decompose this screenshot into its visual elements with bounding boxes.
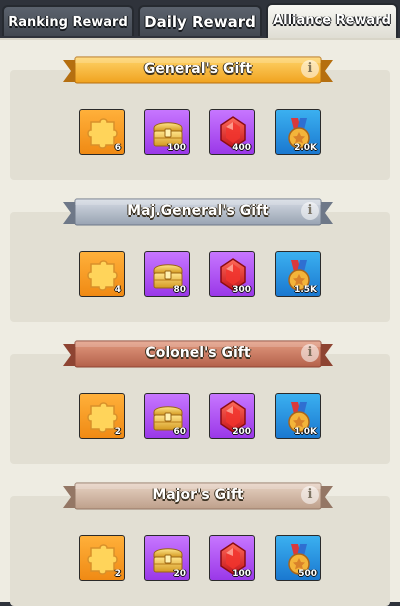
reward-item[interactable]: 80 <box>144 251 190 297</box>
item-quantity: 100 <box>232 569 251 579</box>
info-icon[interactable]: i <box>301 486 319 504</box>
item-quantity: 6 <box>114 143 121 153</box>
info-icon[interactable]: i <box>301 202 319 220</box>
info-icon[interactable]: i <box>301 344 319 362</box>
item-quantity: 2 <box>114 569 121 579</box>
gift-banner: General's Gift i <box>63 56 333 86</box>
tab-bar: Ranking Reward Daily Reward Alliance Rew… <box>0 0 400 40</box>
tab-alliance-reward[interactable]: Alliance Reward <box>266 3 398 40</box>
gift-banner: Colonel's Gift i <box>63 340 333 370</box>
item-quantity: 2.0K <box>294 143 317 153</box>
item-quantity: 20 <box>173 569 186 579</box>
item-quantity: 4 <box>114 285 121 295</box>
item-quantity: 80 <box>173 285 186 295</box>
reward-section <box>10 354 390 464</box>
item-quantity: 400 <box>232 143 251 153</box>
reward-item[interactable]: 100 <box>209 535 255 581</box>
reward-item[interactable]: 300 <box>209 251 255 297</box>
reward-list: General's Gift i 6 100 400 2.0K Maj.General's … <box>0 38 400 606</box>
item-quantity: 60 <box>173 427 186 437</box>
reward-item[interactable]: 100 <box>144 109 190 155</box>
reward-item[interactable]: 500 <box>275 535 321 581</box>
reward-section <box>10 496 390 606</box>
gift-banner: Maj.General's Gift i <box>63 198 333 228</box>
reward-item[interactable]: 6 <box>79 109 125 155</box>
reward-item[interactable]: 400 <box>209 109 255 155</box>
gift-title: Major's Gift <box>152 487 244 503</box>
gift-title: General's Gift <box>143 61 253 77</box>
item-quantity: 1.5K <box>294 285 317 295</box>
item-quantity: 100 <box>167 143 186 153</box>
reward-section <box>10 70 390 180</box>
item-quantity: 200 <box>232 427 251 437</box>
reward-item[interactable]: 2 <box>79 535 125 581</box>
reward-item[interactable]: 2.0K <box>275 109 321 155</box>
reward-item[interactable]: 2 <box>79 393 125 439</box>
reward-item[interactable]: 20 <box>144 535 190 581</box>
item-quantity: 500 <box>298 569 317 579</box>
reward-item[interactable]: 4 <box>79 251 125 297</box>
gift-title: Maj.General's Gift <box>127 203 269 219</box>
reward-item[interactable]: 1.0K <box>275 393 321 439</box>
reward-section <box>10 212 390 322</box>
tab-ranking-reward[interactable]: Ranking Reward <box>2 5 134 36</box>
tab-daily-reward[interactable]: Daily Reward <box>138 5 262 36</box>
item-quantity: 300 <box>232 285 251 295</box>
reward-item[interactable]: 200 <box>209 393 255 439</box>
info-icon[interactable]: i <box>301 60 319 78</box>
reward-item[interactable]: 60 <box>144 393 190 439</box>
gift-banner: Major's Gift i <box>63 482 333 512</box>
gift-title: Colonel's Gift <box>145 345 251 361</box>
reward-item[interactable]: 1.5K <box>275 251 321 297</box>
item-quantity: 2 <box>114 427 121 437</box>
item-quantity: 1.0K <box>294 427 317 437</box>
